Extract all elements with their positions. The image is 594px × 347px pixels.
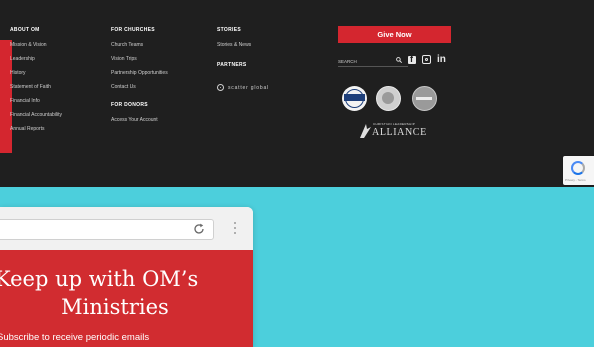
column-heading: STORIES [217, 27, 241, 33]
footer-link[interactable]: Annual Reports [10, 126, 62, 132]
footer-link[interactable]: Vision Trips [111, 56, 168, 62]
promo-title-line1: Keep up with OM’s [0, 267, 199, 291]
alliance-small-text: CHRISTIAN LEADERSHIP [373, 122, 416, 126]
search-label: SEARCH [338, 58, 357, 64]
footer-link[interactable]: Partnership Opportunities [111, 70, 168, 76]
column-heading: ABOUT OM [10, 27, 40, 33]
more-menu-icon[interactable] [234, 222, 236, 234]
recaptcha-icon [571, 161, 585, 175]
browser-window-mockup: Keep up with OM’s Ministries Subscribe t… [0, 207, 253, 347]
scatter-global-icon [217, 84, 224, 91]
recaptcha-badge[interactable]: Privacy - Terms [563, 156, 594, 185]
search-icon[interactable] [396, 57, 402, 63]
column-heading: FOR DONORS [111, 102, 148, 108]
ecfa-badge-icon [342, 86, 367, 111]
footer-link[interactable]: Statement of Faith [10, 84, 62, 90]
alliance-logo: CHRISTIAN LEADERSHIP ALLIANCE [350, 120, 450, 142]
promo-title-line2: Ministries [61, 295, 169, 319]
footer-column-about: ABOUT OM Mission & Vision Leadership His… [10, 27, 62, 132]
charity-seal-icon [412, 86, 437, 111]
social-links: in [408, 54, 446, 64]
footer-column-stories: STORIES Stories & News PARTNERS [217, 27, 251, 68]
reload-icon[interactable] [193, 223, 205, 235]
promo-subtitle: Subscribe to receive periodic emails [0, 332, 150, 343]
site-footer-mockup: ABOUT OM Mission & Vision Leadership His… [0, 0, 594, 187]
alliance-big-text: ALLIANCE [372, 127, 427, 138]
footer-link[interactable]: Church Teams [111, 42, 168, 48]
footer-link[interactable]: Access Your Account [111, 117, 168, 123]
instagram-icon[interactable] [422, 55, 431, 64]
footer-link[interactable]: Mission & Vision [10, 42, 62, 48]
footer-link[interactable]: Contact Us [111, 84, 168, 90]
alliance-mark-icon [360, 124, 371, 138]
address-bar[interactable] [0, 219, 214, 240]
newsletter-promo: Keep up with OM’s Ministries Subscribe t… [0, 250, 253, 347]
footer-column-churches: FOR CHURCHES Church Teams Vision Trips P… [111, 27, 168, 123]
column-heading: PARTNERS [217, 62, 247, 68]
column-heading: FOR CHURCHES [111, 27, 155, 33]
browser-toolbar [0, 207, 253, 250]
search-underline [338, 66, 408, 67]
footer-link[interactable]: Financial Accountability [10, 112, 62, 118]
give-now-button[interactable]: Give Now [338, 26, 451, 43]
footer-link[interactable]: Leadership [10, 56, 62, 62]
scatter-global-label: scatter global [228, 84, 269, 91]
recaptcha-text: Privacy - Terms [565, 178, 586, 182]
accreditation-seal-icon [376, 86, 401, 111]
facebook-icon[interactable] [408, 54, 416, 64]
scatter-global-logo[interactable]: scatter global [217, 84, 269, 91]
footer-link[interactable]: Financial Info [10, 98, 62, 104]
linkedin-icon[interactable]: in [437, 54, 446, 64]
footer-search[interactable]: SEARCH in [338, 54, 451, 67]
footer-link[interactable]: Stories & News [217, 42, 251, 48]
footer-link[interactable]: History [10, 70, 62, 76]
